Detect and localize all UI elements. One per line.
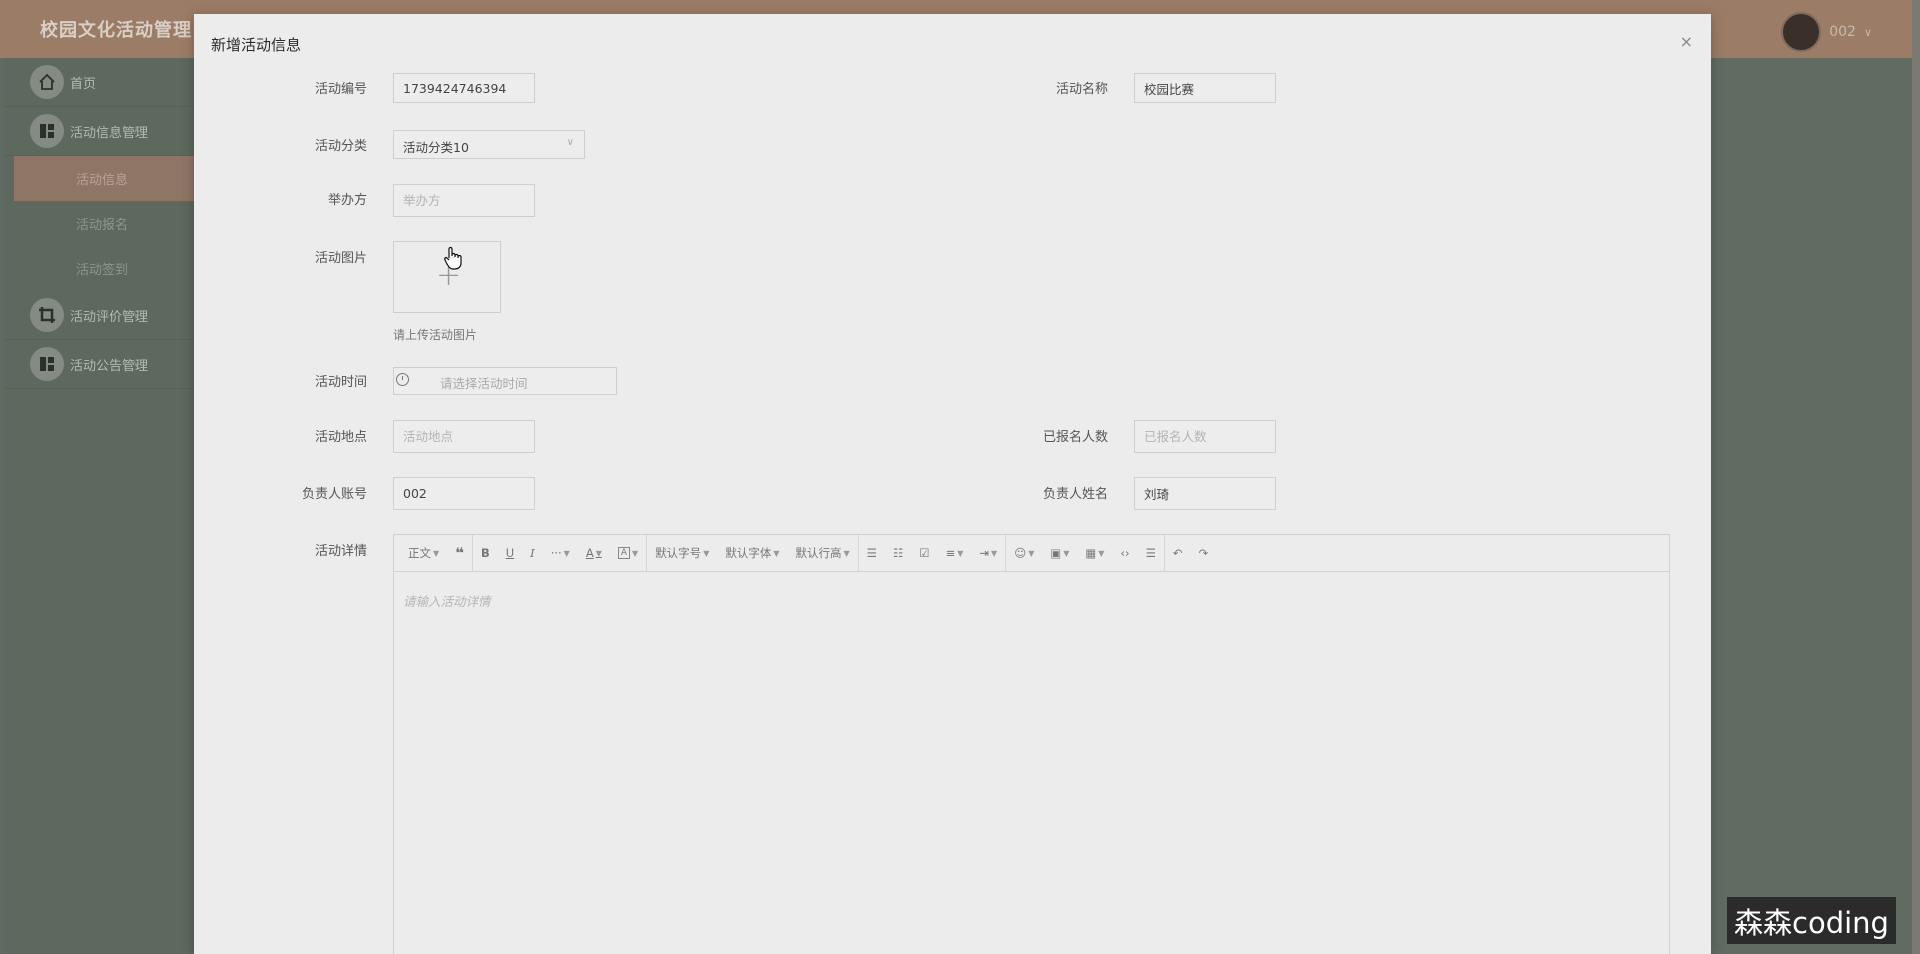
scrollbar[interactable]	[1912, 0, 1920, 954]
chevron-up-icon: ∧	[132, 125, 140, 137]
content-backdrop	[1711, 58, 1920, 954]
sidebar: 首页 活动信息管理 ∧ 活动信息 活动报名 活动签到 活动评价管理 ∨ 活动公告…	[4, 58, 195, 954]
avatar[interactable]	[1781, 12, 1822, 52]
quote-icon[interactable]: ❝	[447, 535, 472, 571]
code-icon[interactable]: ‹›	[1112, 535, 1137, 571]
indent-icon[interactable]: ⇥ ▼	[971, 535, 1005, 571]
owner-name-input[interactable]	[1134, 477, 1276, 510]
home-icon	[30, 65, 64, 99]
align-icon[interactable]: ≡ ▼	[938, 535, 972, 571]
font-family-select[interactable]: 默认字体 ▼	[717, 535, 787, 571]
todo-icon[interactable]: ☑	[911, 535, 937, 571]
activity-no-label: 活动编号	[314, 82, 367, 97]
category-label: 活动分类	[314, 139, 367, 154]
detail-placeholder: 请输入活动详情	[403, 594, 491, 609]
sidebar-item-home[interactable]: 首页	[4, 58, 194, 107]
sidebar-item-activity-notice-mgmt[interactable]: 活动公告管理 ∨	[4, 340, 194, 389]
location-input[interactable]	[393, 420, 535, 453]
clock-icon	[396, 373, 409, 386]
sidebar-subitem-activity-info[interactable]: 活动信息	[14, 156, 194, 201]
rich-text-editor[interactable]: 正文 ▼ ❝ B U I ··· ▼ A ▼ A ▼ 默认字号 ▼ 默认字体 ▼ 默认行高 ▼…	[393, 534, 1670, 954]
owner-name-label: 负责人姓名	[1042, 487, 1108, 502]
sidebar-subitem-activity-signup[interactable]: 活动报名	[4, 201, 194, 246]
chevron-down-icon: ∨	[1863, 25, 1872, 39]
chevron-down-icon: ∨	[566, 137, 574, 148]
more-icon[interactable]: ··· ▼	[543, 535, 578, 571]
category-value: 活动分类10	[403, 140, 469, 155]
redo-icon[interactable]: ↷	[1191, 535, 1217, 571]
dialog-title: 新增活动信息	[211, 36, 302, 54]
activity-name-input[interactable]	[1134, 73, 1276, 103]
dashboard-icon	[30, 114, 64, 148]
app-title: 校园文化活动管理	[40, 20, 192, 41]
owner-account-label: 负责人账号	[301, 487, 367, 502]
italic-icon[interactable]: I	[522, 535, 543, 571]
location-label: 活动地点	[314, 430, 367, 445]
underline-icon[interactable]: U	[498, 535, 522, 571]
hand-cursor-icon	[444, 246, 462, 270]
add-activity-dialog: 新增活动信息 × 活动编号 活动名称 活动分类 活动分类10 ∨ 举办方 活动图…	[194, 14, 1711, 954]
crop-icon	[30, 298, 64, 332]
sidebar-item-activity-review-mgmt[interactable]: 活动评价管理 ∨	[4, 291, 194, 340]
time-placeholder: 请选择活动时间	[440, 376, 528, 391]
time-label: 活动时间	[314, 375, 367, 390]
bold-icon[interactable]: B	[473, 535, 498, 571]
editor-toolbar: 正文 ▼ ❝ B U I ··· ▼ A ▼ A ▼ 默认字号 ▼ 默认字体 ▼ 默认行高 ▼…	[394, 535, 1669, 572]
chevron-down-icon: ∨	[132, 309, 140, 321]
watermark: 森森coding	[1727, 897, 1896, 944]
category-select[interactable]: 活动分类10 ∨	[393, 130, 585, 159]
detail-label: 活动详情	[314, 544, 367, 559]
sidebar-item-activity-info-mgmt[interactable]: 活动信息管理 ∧	[4, 107, 194, 156]
close-icon[interactable]: ×	[1680, 32, 1693, 51]
user-menu[interactable]: 002 ∨	[1781, 12, 1872, 52]
organizer-label: 举办方	[327, 193, 367, 208]
chevron-down-icon: ∨	[132, 358, 140, 370]
divider-line-icon[interactable]: ☰	[1138, 535, 1164, 571]
layout-icon	[30, 347, 64, 381]
font-size-select[interactable]: 默认字号 ▼	[647, 535, 717, 571]
signed-count-label: 已报名人数	[1042, 430, 1108, 445]
image-upload-hint: 请上传活动图片	[393, 328, 478, 342]
signed-count-input[interactable]	[1134, 420, 1276, 453]
line-height-select[interactable]: 默认行高 ▼	[788, 535, 858, 571]
organizer-input[interactable]	[393, 184, 535, 217]
bullet-list-icon[interactable]: ☰	[859, 535, 885, 571]
undo-icon[interactable]: ↶	[1165, 535, 1191, 571]
numbered-list-icon[interactable]: ☷	[885, 535, 911, 571]
paragraph-select[interactable]: 正文 ▼	[394, 535, 447, 571]
sidebar-item-label: 首页	[70, 76, 97, 92]
sidebar-subitem-activity-checkin[interactable]: 活动签到	[4, 246, 194, 291]
activity-no-input[interactable]	[393, 73, 535, 103]
time-picker[interactable]: 请选择活动时间	[393, 367, 617, 395]
table-icon[interactable]: ▦ ▼	[1077, 535, 1112, 571]
image-label: 活动图片	[314, 251, 367, 266]
activity-name-label: 活动名称	[1055, 82, 1108, 97]
emoji-icon[interactable]: ☺ ▼	[1006, 535, 1042, 571]
font-color-icon[interactable]: A ▼	[578, 535, 610, 571]
owner-account-input[interactable]	[393, 477, 535, 510]
image-icon[interactable]: ▣ ▼	[1042, 535, 1077, 571]
user-name: 002	[1829, 24, 1856, 40]
background-color-icon[interactable]: A ▼	[610, 535, 646, 571]
